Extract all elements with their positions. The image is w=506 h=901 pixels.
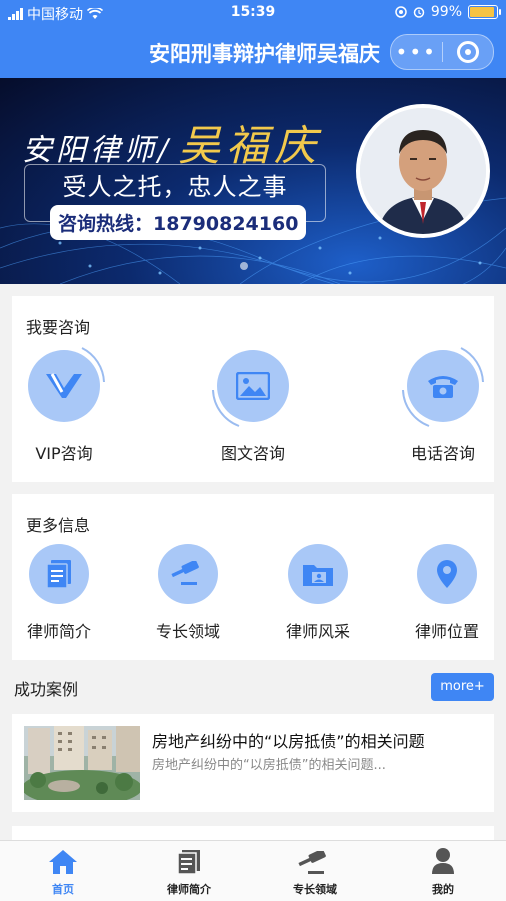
nav-bar: 安阳刑事辩护律师吴福庆 ••• xyxy=(0,26,506,78)
carousel-indicator[interactable] xyxy=(240,262,248,270)
image-consult-button[interactable]: 图文咨询 xyxy=(198,350,308,464)
battery-icon xyxy=(468,5,501,19)
lawyer-style-label: 律师风采 xyxy=(285,622,350,641)
case-title: 房地产纠纷中的“以房抵债”的相关问题 xyxy=(152,732,425,751)
tab-specialty[interactable]: 专长领域 xyxy=(252,841,378,901)
location-lock-icon xyxy=(395,6,407,18)
cases-more-button[interactable]: more+ xyxy=(431,673,494,701)
phone-consult-label: 电话咨询 xyxy=(410,444,475,463)
tab-home[interactable]: 首页 xyxy=(0,841,126,901)
specialty-label: 专长领域 xyxy=(155,622,220,641)
lawyer-portrait xyxy=(356,104,490,238)
close-button[interactable] xyxy=(443,41,494,63)
tab-bar: 首页 律师简介 专长领域 我的 xyxy=(0,840,506,901)
tab-home-label: 首页 xyxy=(52,883,74,896)
folder-icon xyxy=(303,565,333,586)
lawyer-location-label: 律师位置 xyxy=(414,622,479,641)
more-info-section: 更多信息 律师简介 专长领域 律师风采 律师位置 xyxy=(12,494,494,660)
document-icon xyxy=(177,850,200,875)
lawyer-location-button[interactable]: 律师位置 xyxy=(397,544,497,642)
tab-mine[interactable]: 我的 xyxy=(380,841,506,901)
user-icon xyxy=(432,848,454,874)
battery-percent: 99% xyxy=(430,4,462,20)
more-info-title: 更多信息 xyxy=(26,516,91,535)
cases-title: 成功案例 xyxy=(14,680,79,699)
close-circle-icon xyxy=(456,41,479,63)
vip-consult-button[interactable]: VIP咨询 xyxy=(9,347,119,464)
home-icon xyxy=(49,850,77,874)
tab-lawyer-intro[interactable]: 律师简介 xyxy=(126,841,252,901)
lawyer-intro-label: 律师简介 xyxy=(26,622,91,641)
lawyer-style-button[interactable]: 律师风采 xyxy=(268,544,368,642)
consult-title: 我要咨询 xyxy=(26,318,91,337)
tab-lawyer-intro-label: 律师简介 xyxy=(167,883,211,896)
gavel-icon xyxy=(171,561,199,585)
specialty-button[interactable]: 专长领域 xyxy=(138,544,238,642)
page-title: 安阳刑事辩护律师吴福庆 xyxy=(149,42,380,66)
consult-section: 我要咨询 VIP咨询 图文咨询 电话咨询 xyxy=(12,296,494,482)
case-item[interactable]: 房地产纠纷中的“以房抵债”的相关问题 房地产纠纷中的“以房抵债”的相关问题... xyxy=(12,714,494,812)
lawyer-intro-button[interactable]: 律师简介 xyxy=(9,544,109,642)
tab-specialty-label: 专长领域 xyxy=(293,883,337,896)
more-menu-button[interactable]: ••• xyxy=(391,35,442,69)
image-consult-label: 图文咨询 xyxy=(220,444,285,463)
case-thumbnail xyxy=(24,726,140,800)
brand-prefix: 安阳律师/ xyxy=(22,133,173,168)
gavel-icon xyxy=(298,851,326,874)
phone-consult-button[interactable]: 电话咨询 xyxy=(388,347,498,464)
mini-program-capsule: ••• xyxy=(390,34,494,70)
tab-mine-label: 我的 xyxy=(432,883,454,896)
case-summary: 房地产纠纷中的“以房抵债”的相关问题... xyxy=(152,758,386,773)
banner[interactable]: 安阳律师/ 吴福庆 受人之托，忠人之事 咨询热线：18790824160 xyxy=(0,78,506,284)
location-icon xyxy=(437,560,457,588)
document-icon xyxy=(46,560,71,589)
hotline[interactable]: 咨询热线：18790824160 xyxy=(50,205,307,240)
vip-consult-label: VIP咨询 xyxy=(35,444,93,463)
status-bar: 中国移动 15:39 99% xyxy=(0,0,506,26)
alarm-icon xyxy=(413,7,425,18)
